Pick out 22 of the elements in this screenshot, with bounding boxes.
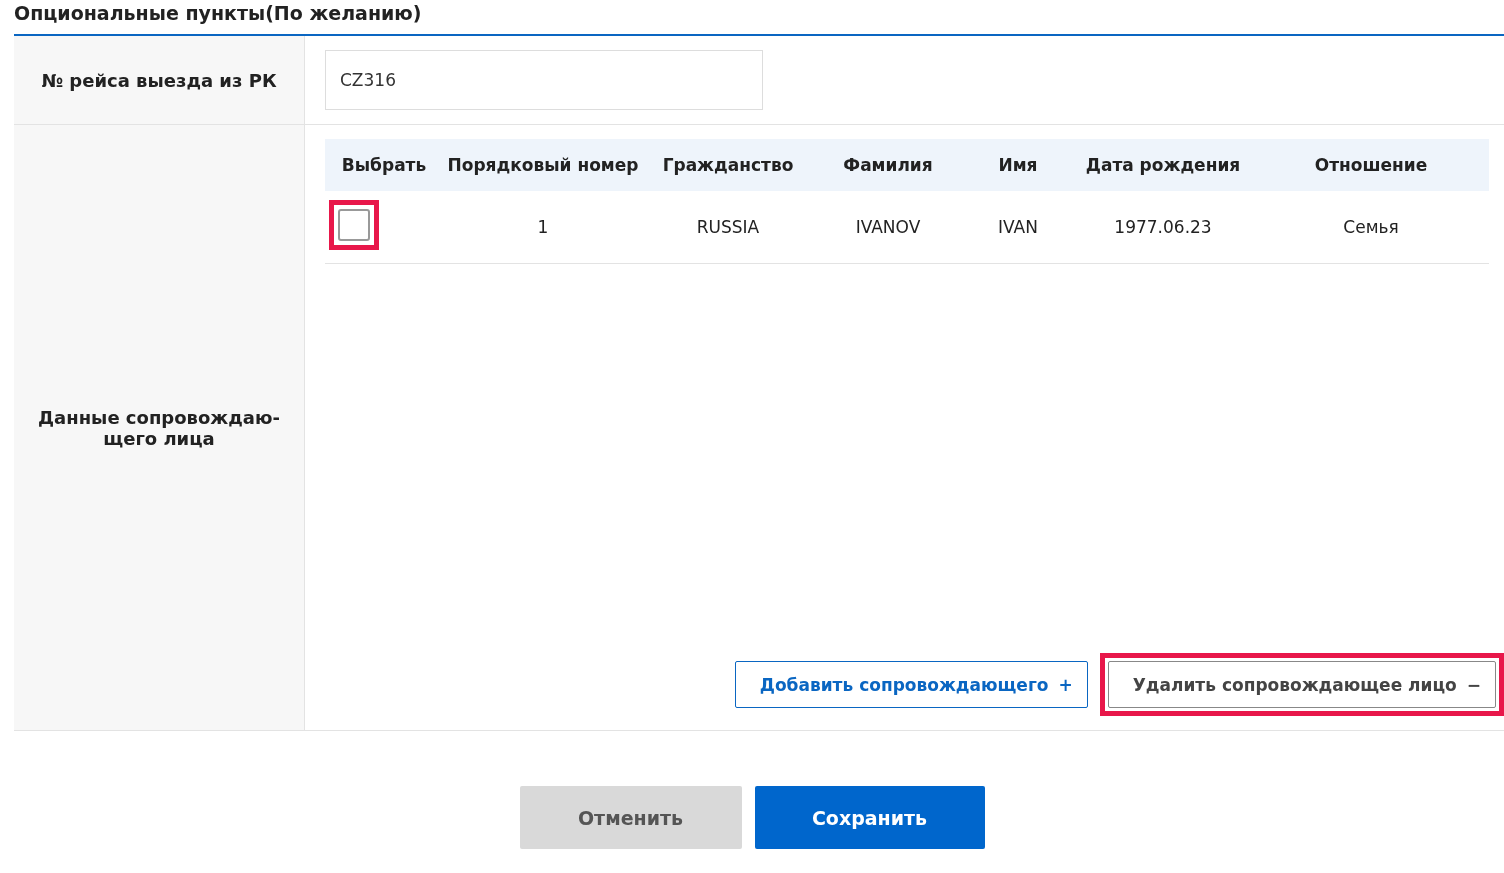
add-companion-button[interactable]: Добавить сопровождающего + — [734, 661, 1088, 708]
delete-companion-button[interactable]: Удалить сопровождающее лицо − — [1107, 661, 1496, 708]
column-header: Дата рождения — [1073, 139, 1253, 191]
column-header: Выбрать — [325, 139, 443, 191]
field-label: № рейса выезда из РК — [14, 36, 305, 124]
flight-number-field[interactable]: CZ316 — [325, 50, 763, 110]
table-cell: RUSSIA — [696, 217, 760, 237]
section-title: Опциональные пункты(По желанию) — [14, 1, 423, 26]
column-header: Гражданство — [643, 139, 813, 191]
column-header: Отношение — [1253, 139, 1489, 191]
save-button[interactable]: Сохранить — [754, 786, 985, 849]
table-cell: 1 — [537, 217, 549, 237]
column-header: Порядковый номер — [443, 139, 643, 191]
cancel-button[interactable]: Отменить — [519, 786, 742, 849]
table-cell: IVAN — [998, 217, 1038, 237]
column-header: Фамилия — [813, 139, 963, 191]
field-label: Данные сопровождаю-щего лица — [14, 125, 305, 730]
column-header: Имя — [963, 139, 1073, 191]
table-cell: 1977.06.23 — [1114, 217, 1212, 237]
table-cell: Семья — [1343, 217, 1399, 237]
row-checkbox[interactable] — [338, 209, 370, 241]
table-cell: IVANOV — [855, 217, 921, 237]
